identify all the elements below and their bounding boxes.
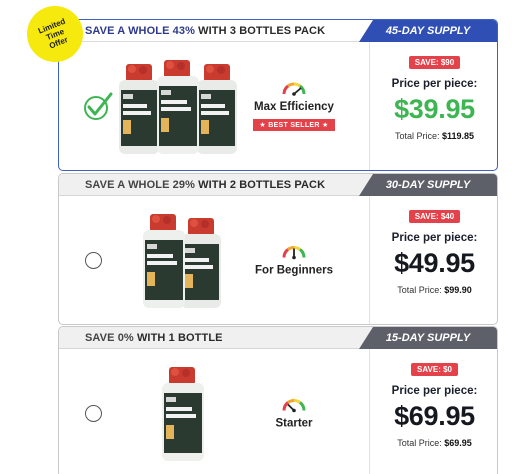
price-column: SAVE: $40 Price per piece: $49.95 Total … [369, 196, 497, 324]
pack-select-control[interactable] [69, 196, 117, 324]
gauge-icon [282, 399, 306, 413]
price-per-piece-label: Price per piece: [391, 385, 478, 397]
total-label: Total Price: [394, 131, 440, 141]
save-badge: SAVE: $40 [408, 210, 461, 223]
radio-icon[interactable] [85, 405, 102, 422]
radio-icon[interactable] [85, 252, 102, 269]
pack-selector: Limited Time Offer SAVE A WHOLE 43% WITH… [0, 0, 512, 474]
total-value: $119.85 [442, 131, 475, 141]
total-label: Total Price: [397, 438, 442, 448]
pack-header: SAVE A WHOLE 43% WITH 3 BOTTLES PACK 45-… [59, 20, 497, 42]
pack-body: For Beginners SAVE: $40 Price per piece:… [59, 196, 497, 324]
save-badge: SAVE: $90 [408, 56, 461, 69]
pack-body: Starter SAVE: $0 Price per piece: $69.95… [59, 349, 497, 474]
supply-badge: 30-DAY SUPPLY [359, 174, 497, 196]
total-value: $69.95 [444, 438, 472, 448]
price-per-piece: $69.95 [394, 401, 475, 431]
gauge-icon [282, 246, 306, 260]
pack-select-control[interactable] [69, 42, 117, 170]
total-price: Total Price: $119.85 [370, 131, 497, 141]
feature-label: Starter [275, 417, 313, 430]
best-seller-badge: ★ BEST SELLER ★ [253, 119, 335, 131]
pack-title-sub: WITH 1 BOTTLE [133, 332, 223, 344]
pack-feature: Starter [244, 397, 344, 430]
price-per-piece: $39.95 [394, 94, 475, 124]
checkmark-icon [84, 92, 113, 120]
gauge-icon [282, 82, 306, 96]
price-column: SAVE: $90 Price per piece: $39.95 Total … [369, 42, 497, 170]
pack-card-3-bottles[interactable]: SAVE A WHOLE 43% WITH 3 BOTTLES PACK 45-… [58, 19, 498, 171]
pack-title: SAVE A WHOLE 43% WITH 3 BOTTLES PACK [85, 25, 325, 37]
total-label: Total Price: [397, 285, 442, 295]
pack-header: SAVE 0% WITH 1 BOTTLE 15-DAY SUPPLY [59, 327, 497, 349]
pack-header: SAVE A WHOLE 29% WITH 2 BOTTLES PACK 30-… [59, 174, 497, 196]
pack-title: SAVE A WHOLE 29% WITH 2 BOTTLES PACK [85, 179, 325, 191]
supply-badge: 15-DAY SUPPLY [359, 327, 497, 349]
pack-title-main: SAVE A WHOLE 29% [85, 179, 195, 191]
price-per-piece-label: Price per piece: [391, 78, 478, 90]
pack-title-sub: WITH 3 BOTTLES PACK [195, 25, 326, 37]
pack-feature: Max Efficiency ★ BEST SELLER ★ [244, 80, 344, 132]
bottle-image-1 [162, 367, 204, 461]
total-price: Total Price: $69.95 [370, 438, 497, 448]
feature-label: For Beginners [255, 264, 333, 277]
pack-title-main: SAVE A WHOLE 43% [85, 25, 195, 37]
pack-card-2-bottles[interactable]: SAVE A WHOLE 29% WITH 2 BOTTLES PACK 30-… [58, 173, 498, 325]
supply-badge: 45-DAY SUPPLY [359, 20, 497, 42]
bottle-image-3 [119, 60, 237, 154]
price-per-piece: $49.95 [394, 248, 475, 278]
pack-feature: For Beginners [244, 244, 344, 277]
save-badge: SAVE: $0 [411, 363, 458, 376]
pack-title-sub: WITH 2 BOTTLES PACK [195, 179, 326, 191]
feature-label: Max Efficiency [254, 101, 334, 113]
total-value: $99.90 [444, 285, 472, 295]
bottle-image-2 [143, 214, 221, 308]
price-column: SAVE: $0 Price per piece: $69.95 Total P… [369, 349, 497, 474]
pack-select-control[interactable] [69, 349, 117, 474]
pack-card-1-bottle[interactable]: SAVE 0% WITH 1 BOTTLE 15-DAY SUPPLY Star… [58, 326, 498, 474]
pack-body: Max Efficiency ★ BEST SELLER ★ SAVE: $90… [59, 42, 497, 170]
price-per-piece-label: Price per piece: [391, 232, 478, 244]
pack-title: SAVE 0% WITH 1 BOTTLE [85, 332, 223, 344]
pack-title-main: SAVE 0% [85, 332, 134, 344]
total-price: Total Price: $99.90 [370, 285, 497, 295]
